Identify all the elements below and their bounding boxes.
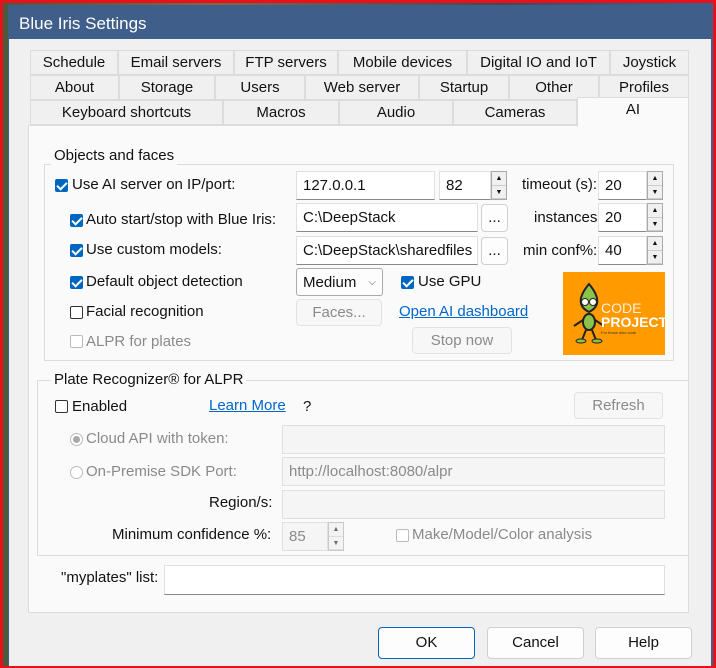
on-premise-url-input[interactable]: http://localhost:8080/alpr bbox=[282, 457, 665, 486]
tab-audio[interactable]: Audio bbox=[339, 100, 453, 125]
facial-recognition-label: Facial recognition bbox=[86, 303, 204, 320]
ok-button[interactable]: OK bbox=[378, 627, 475, 659]
detection-mode-select[interactable]: Medium ⌵ bbox=[296, 268, 383, 296]
custom-models-label: Use custom models: bbox=[86, 241, 222, 258]
plate-min-conf-input[interactable]: 85 bbox=[282, 522, 328, 551]
spin-down-icon[interactable]: ▼ bbox=[648, 186, 662, 199]
tab-email-servers[interactable]: Email servers bbox=[118, 50, 234, 75]
deepstack-path-input[interactable]: C:\DeepStack bbox=[296, 203, 478, 232]
timeout-spinner[interactable]: ▲ ▼ bbox=[647, 171, 663, 200]
mmc-label: Make/Model/Color analysis bbox=[412, 526, 593, 543]
auto-start-label: Auto start/stop with Blue Iris: bbox=[86, 211, 277, 228]
detection-mode-value: Medium bbox=[303, 274, 357, 291]
use-ai-server-label: Use AI server on IP/port: bbox=[72, 176, 236, 193]
instances-spinner[interactable]: ▲ ▼ bbox=[647, 203, 663, 232]
region-input[interactable] bbox=[282, 490, 665, 519]
use-gpu-label: Use GPU bbox=[418, 273, 482, 290]
plate-min-conf-label: Minimum confidence %: bbox=[112, 526, 272, 543]
spin-up-icon[interactable]: ▲ bbox=[648, 237, 662, 251]
codeproject-logo: CODE PROJECT For those who code bbox=[563, 272, 668, 355]
settings-dialog: Blue Iris Settings Schedule Email server… bbox=[8, 5, 712, 668]
tab-ai[interactable]: AI bbox=[577, 97, 689, 127]
tab-keyboard-shortcuts[interactable]: Keyboard shortcuts bbox=[30, 100, 223, 125]
tab-storage[interactable]: Storage bbox=[119, 75, 215, 100]
logo-tagline: For those who code bbox=[601, 330, 637, 335]
spin-up-icon[interactable]: ▲ bbox=[648, 204, 662, 218]
myplates-label: "myplates" list: bbox=[61, 569, 159, 586]
help-button[interactable]: Help bbox=[595, 627, 692, 659]
myplates-input[interactable] bbox=[164, 565, 665, 595]
cloud-api-radio[interactable] bbox=[70, 433, 83, 446]
default-detection-checkbox[interactable] bbox=[70, 276, 83, 289]
on-premise-radio[interactable] bbox=[70, 466, 83, 479]
plate-min-conf-spinner[interactable]: ▲ ▼ bbox=[328, 522, 344, 551]
logo-line2: PROJECT bbox=[601, 314, 668, 330]
cloud-token-input[interactable] bbox=[282, 425, 665, 454]
cloud-api-label: Cloud API with token: bbox=[86, 430, 229, 447]
help-question-mark[interactable]: ? bbox=[303, 397, 311, 417]
learn-more-link[interactable]: Learn More bbox=[209, 397, 286, 414]
objects-faces-label: Objects and faces bbox=[51, 146, 178, 166]
browse-models-button[interactable]: ... bbox=[481, 237, 508, 265]
open-ai-dashboard-link[interactable]: Open AI dashboard bbox=[399, 303, 528, 320]
plate-recognizer-label: Plate Recognizer® for ALPR bbox=[51, 370, 247, 390]
chevron-down-icon: ⌵ bbox=[368, 277, 376, 288]
use-gpu-checkbox[interactable] bbox=[401, 276, 414, 289]
facial-recognition-checkbox[interactable] bbox=[70, 306, 83, 319]
alpr-label: ALPR for plates bbox=[86, 333, 192, 350]
min-conf-label: min conf%: bbox=[523, 242, 598, 259]
on-premise-label: On-Premise SDK Port: bbox=[86, 463, 237, 480]
instances-input[interactable]: 20 bbox=[598, 203, 647, 232]
refresh-button[interactable]: Refresh bbox=[574, 392, 663, 419]
tab-cameras[interactable]: Cameras bbox=[453, 100, 577, 125]
models-path-input[interactable]: C:\DeepStack\sharedfiles bbox=[296, 236, 478, 265]
stop-now-button[interactable]: Stop now bbox=[412, 327, 512, 354]
region-label: Region/s: bbox=[209, 494, 273, 511]
spin-down-icon[interactable]: ▼ bbox=[648, 218, 662, 231]
cancel-button[interactable]: Cancel bbox=[487, 627, 584, 659]
custom-models-checkbox[interactable] bbox=[70, 244, 83, 257]
browse-path-button[interactable]: ... bbox=[481, 204, 508, 232]
spin-down-icon[interactable]: ▼ bbox=[492, 186, 506, 199]
plate-enabled-label: Enabled bbox=[72, 398, 128, 415]
spin-up-icon[interactable]: ▲ bbox=[648, 172, 662, 186]
tab-startup[interactable]: Startup bbox=[419, 75, 509, 100]
spin-up-icon[interactable]: ▲ bbox=[492, 172, 506, 186]
min-conf-input[interactable]: 40 bbox=[598, 236, 647, 265]
tab-ftp-servers[interactable]: FTP servers bbox=[234, 50, 338, 75]
tab-mobile-devices[interactable]: Mobile devices bbox=[338, 50, 467, 75]
title-bar: Blue Iris Settings bbox=[9, 6, 711, 39]
spin-down-icon[interactable]: ▼ bbox=[329, 537, 343, 550]
timeout-label: timeout (s): bbox=[522, 176, 598, 193]
default-detection-label: Default object detection bbox=[86, 273, 243, 290]
tab-schedule[interactable]: Schedule bbox=[30, 50, 118, 75]
port-spinner[interactable]: ▲ ▼ bbox=[491, 171, 507, 200]
min-conf-spinner[interactable]: ▲ ▼ bbox=[647, 236, 663, 265]
tab-about[interactable]: About bbox=[30, 75, 119, 100]
tab-joystick[interactable]: Joystick bbox=[610, 50, 689, 75]
timeout-input[interactable]: 20 bbox=[598, 171, 647, 200]
plate-enabled-checkbox[interactable] bbox=[55, 400, 68, 413]
alpr-checkbox[interactable] bbox=[70, 335, 83, 348]
instances-label: instances: bbox=[534, 209, 602, 226]
mmc-checkbox[interactable] bbox=[396, 529, 409, 542]
faces-button[interactable]: Faces... bbox=[296, 299, 382, 326]
ai-server-ip-input[interactable]: 127.0.0.1 bbox=[296, 171, 435, 200]
auto-start-checkbox[interactable] bbox=[70, 214, 83, 227]
ai-server-port-input[interactable]: 82 bbox=[439, 171, 491, 200]
use-ai-server-checkbox[interactable] bbox=[55, 179, 68, 192]
tab-macros[interactable]: Macros bbox=[223, 100, 339, 125]
tab-users[interactable]: Users bbox=[215, 75, 305, 100]
tab-digital-io[interactable]: Digital IO and IoT bbox=[467, 50, 610, 75]
spin-up-icon[interactable]: ▲ bbox=[329, 523, 343, 537]
tab-web-server[interactable]: Web server bbox=[305, 75, 419, 100]
spin-down-icon[interactable]: ▼ bbox=[648, 251, 662, 264]
